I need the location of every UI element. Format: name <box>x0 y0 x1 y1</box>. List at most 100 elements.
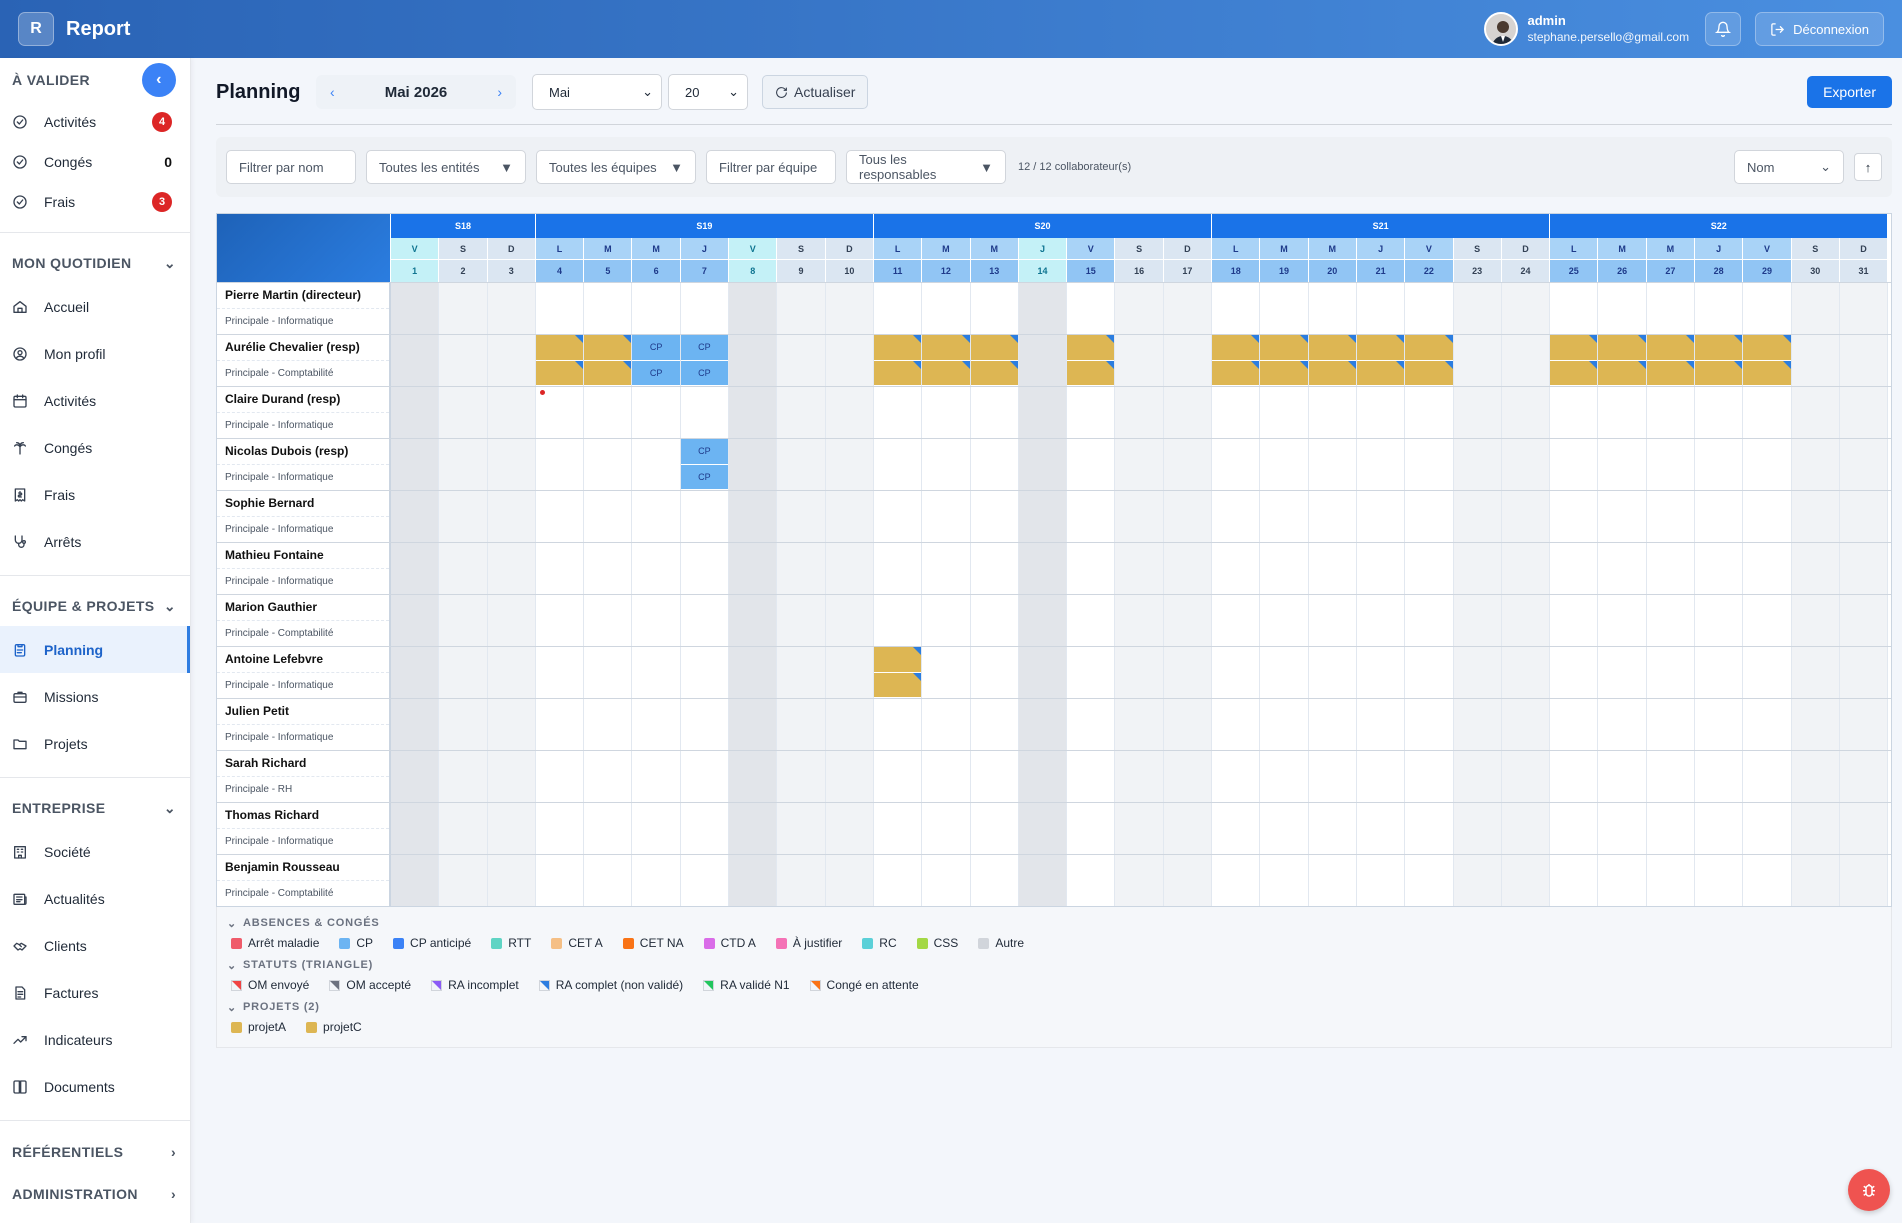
empty-slot[interactable] <box>391 439 438 465</box>
project-block[interactable] <box>970 335 1019 361</box>
day-cell[interactable] <box>1212 283 1261 334</box>
empty-slot[interactable] <box>439 621 486 647</box>
empty-slot[interactable] <box>488 777 535 803</box>
empty-slot[interactable] <box>1212 881 1259 907</box>
empty-slot[interactable] <box>971 517 1018 543</box>
sidebar-item[interactable]: Congés <box>0 424 190 471</box>
empty-slot[interactable] <box>1695 569 1742 595</box>
day-cell[interactable] <box>1212 335 1261 386</box>
empty-slot[interactable] <box>1454 647 1501 673</box>
day-cell[interactable] <box>487 595 536 646</box>
empty-slot[interactable] <box>826 413 873 439</box>
day-cell[interactable] <box>1260 751 1309 802</box>
empty-slot[interactable] <box>584 725 631 751</box>
empty-slot[interactable] <box>1695 387 1742 413</box>
day-cell[interactable] <box>1501 335 1551 386</box>
empty-slot[interactable] <box>1019 439 1066 465</box>
day-cell[interactable] <box>1356 335 1406 386</box>
empty-slot[interactable] <box>488 309 535 335</box>
day-cell[interactable] <box>584 335 633 386</box>
empty-slot[interactable] <box>1502 595 1549 621</box>
project-block[interactable] <box>1067 335 1115 361</box>
day-cell[interactable] <box>825 543 874 594</box>
empty-slot[interactable] <box>922 465 969 491</box>
sidebar-section-header[interactable]: ENTREPRISE ⌄ <box>0 788 190 828</box>
empty-slot[interactable] <box>1309 803 1356 829</box>
empty-slot[interactable] <box>777 491 824 517</box>
day-cell[interactable] <box>1550 595 1599 646</box>
day-cell[interactable] <box>487 335 536 386</box>
empty-slot[interactable] <box>536 751 583 777</box>
empty-slot[interactable] <box>1792 647 1839 673</box>
day-cell[interactable] <box>584 803 633 854</box>
leave-block[interactable]: CP <box>632 360 680 386</box>
empty-slot[interactable] <box>1067 413 1114 439</box>
empty-slot[interactable] <box>777 881 824 907</box>
empty-slot[interactable] <box>1115 335 1162 361</box>
empty-slot[interactable] <box>488 829 535 855</box>
empty-slot[interactable] <box>874 803 921 829</box>
day-cell[interactable] <box>1405 491 1454 542</box>
day-cell[interactable] <box>1598 751 1647 802</box>
day-cell[interactable] <box>584 595 633 646</box>
empty-slot[interactable] <box>1212 413 1259 439</box>
empty-slot[interactable] <box>1743 309 1790 335</box>
day-cell[interactable] <box>1163 439 1213 490</box>
day-cell[interactable] <box>1260 491 1309 542</box>
sidebar-item[interactable]: Documents <box>0 1063 190 1110</box>
day-cell[interactable] <box>1839 543 1889 594</box>
project-block[interactable] <box>873 672 922 698</box>
empty-slot[interactable] <box>729 387 776 413</box>
empty-slot[interactable] <box>1743 439 1790 465</box>
empty-slot[interactable] <box>1115 569 1162 595</box>
day-cell[interactable] <box>1839 439 1889 490</box>
day-cell[interactable] <box>681 803 730 854</box>
empty-slot[interactable] <box>488 725 535 751</box>
day-cell[interactable] <box>1743 595 1792 646</box>
empty-slot[interactable] <box>488 491 535 517</box>
empty-slot[interactable] <box>1164 647 1211 673</box>
day-cell[interactable] <box>825 335 874 386</box>
empty-slot[interactable] <box>681 647 728 673</box>
day-cell[interactable] <box>536 855 585 906</box>
day-cell[interactable] <box>1067 335 1116 386</box>
empty-slot[interactable] <box>1164 725 1211 751</box>
empty-slot[interactable] <box>826 699 873 725</box>
day-cell[interactable] <box>825 751 874 802</box>
empty-slot[interactable] <box>391 361 438 387</box>
empty-slot[interactable] <box>1598 829 1645 855</box>
empty-slot[interactable] <box>1454 413 1501 439</box>
empty-slot[interactable] <box>1115 881 1162 907</box>
empty-slot[interactable] <box>1454 803 1501 829</box>
empty-slot[interactable] <box>1357 777 1404 803</box>
day-cell[interactable] <box>922 699 971 750</box>
day-cell[interactable] <box>729 803 778 854</box>
empty-slot[interactable] <box>632 569 679 595</box>
empty-slot[interactable] <box>1357 855 1404 881</box>
empty-slot[interactable] <box>1019 361 1066 387</box>
sidebar-item[interactable]: Société <box>0 828 190 875</box>
day-cell[interactable] <box>970 335 1019 386</box>
empty-slot[interactable] <box>1647 673 1694 699</box>
day-cell[interactable] <box>487 543 536 594</box>
empty-slot[interactable] <box>1405 673 1452 699</box>
day-cell[interactable] <box>1309 855 1357 906</box>
day-cell[interactable] <box>1018 335 1068 387</box>
empty-slot[interactable] <box>1550 465 1597 491</box>
empty-slot[interactable] <box>632 855 679 881</box>
empty-slot[interactable] <box>1647 855 1694 881</box>
empty-slot[interactable] <box>1115 283 1162 309</box>
empty-slot[interactable] <box>1647 881 1694 907</box>
day-cell[interactable] <box>1839 855 1889 906</box>
empty-slot[interactable] <box>1357 751 1404 777</box>
day-cell[interactable] <box>1598 491 1647 542</box>
empty-slot[interactable] <box>1743 647 1790 673</box>
empty-slot[interactable] <box>826 855 873 881</box>
empty-slot[interactable] <box>632 439 679 465</box>
day-cell[interactable] <box>777 543 826 594</box>
empty-slot[interactable] <box>584 387 631 413</box>
empty-slot[interactable] <box>1550 491 1597 517</box>
empty-slot[interactable] <box>584 803 631 829</box>
sidebar-item[interactable]: Projets <box>0 720 190 767</box>
day-cell[interactable] <box>922 543 971 594</box>
